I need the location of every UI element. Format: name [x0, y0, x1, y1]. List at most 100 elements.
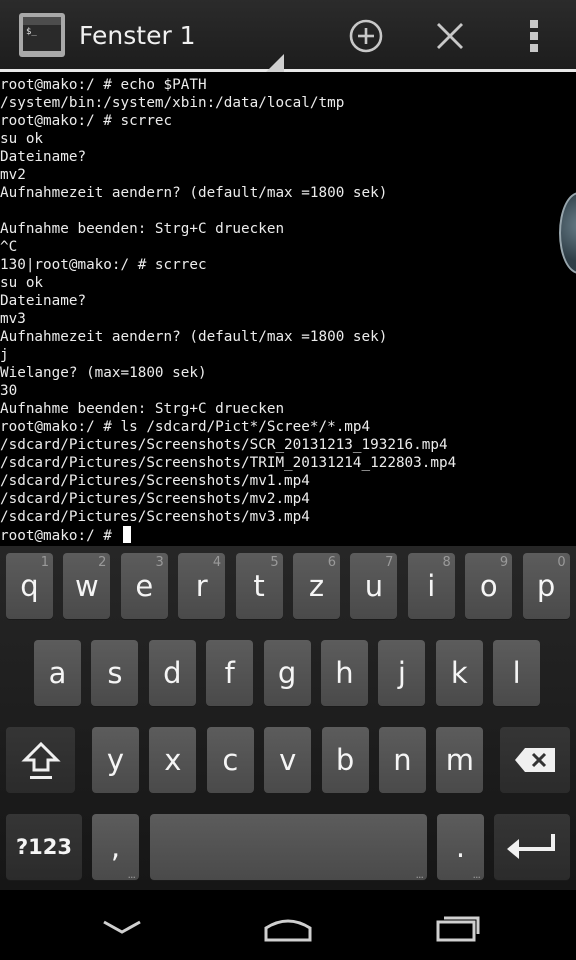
terminal-line: Wielange? (max=1800 sek) — [0, 365, 207, 381]
close-icon[interactable] — [426, 12, 474, 60]
key-label: z — [308, 569, 325, 603]
key-label: d — [163, 656, 182, 690]
terminal-line: mv3 — [0, 311, 26, 327]
key-label: p — [536, 569, 556, 603]
backspace-key[interactable] — [500, 727, 570, 793]
terminal-view[interactable]: root@mako:/ # echo $PATH/system/bin:/sys… — [0, 74, 576, 546]
key-hint: 2 — [98, 555, 107, 570]
home-icon[interactable] — [258, 908, 318, 944]
key-hint: 6 — [327, 555, 336, 570]
key-o[interactable]: o9 — [465, 553, 513, 619]
key-g[interactable]: g — [263, 640, 311, 706]
action-bar: $_ Fenster 1 — [0, 0, 576, 72]
key-j[interactable]: j — [378, 640, 426, 706]
key-d[interactable]: d — [148, 640, 196, 706]
terminal-line: Aufnahmezeit aendern? (default/max =1800… — [0, 329, 388, 345]
recents-icon[interactable] — [428, 908, 488, 944]
key-more-indicator: ... — [127, 868, 136, 881]
key-label: h — [335, 656, 354, 690]
key-label: x — [164, 743, 182, 777]
key-label: n — [393, 743, 412, 777]
key-b[interactable]: b — [321, 727, 369, 793]
key-label: r — [195, 569, 208, 603]
key-label: l — [512, 656, 521, 690]
key-period[interactable]: .... — [437, 814, 484, 881]
terminal-line: Aufnahme beenden: Strg+C druecken — [0, 401, 285, 417]
key-hint: 3 — [155, 555, 164, 570]
key-label: t — [253, 569, 265, 603]
key-q[interactable]: q1 — [6, 553, 53, 619]
key-label: q — [20, 569, 39, 603]
key-h[interactable]: h — [321, 640, 368, 706]
shift-key[interactable] — [6, 727, 75, 793]
key-label: v — [279, 743, 297, 777]
enter-key[interactable] — [494, 814, 570, 880]
terminal-line: mv2 — [0, 167, 26, 183]
text-cursor — [122, 526, 131, 543]
key-w[interactable]: w2 — [63, 553, 111, 619]
key-s[interactable]: s — [91, 640, 139, 706]
terminal-line: /sdcard/Pictures/Screenshots/mv2.mp4 — [0, 491, 310, 507]
back-icon[interactable] — [92, 908, 152, 944]
key-t[interactable]: t5 — [235, 553, 283, 619]
key-label: e — [135, 569, 154, 603]
key-label: s — [107, 656, 123, 690]
terminal-icon[interactable]: $_ — [18, 12, 66, 58]
key-label: u — [364, 569, 384, 603]
key-label: y — [106, 743, 125, 777]
key-a[interactable]: a — [34, 640, 81, 706]
key-label: . — [455, 830, 466, 864]
terminal-line: Dateiname? — [0, 293, 87, 309]
key-hint: 8 — [442, 555, 451, 570]
key-v[interactable]: v — [264, 727, 312, 793]
key-label: ?123 — [15, 835, 73, 859]
terminal-line: /sdcard/Pictures/Screenshots/mv3.mp4 — [0, 509, 310, 525]
svg-text:$_: $_ — [26, 27, 37, 37]
key-label: , — [110, 830, 121, 864]
key-n[interactable]: n — [379, 727, 426, 793]
spinner-triangle-icon — [266, 54, 284, 72]
key-p[interactable]: p0 — [522, 553, 570, 619]
terminal-line: root@mako:/ # scrrec — [0, 113, 173, 129]
terminal-line: root@mako:/ # echo $PATH — [0, 77, 207, 93]
key-label: i — [427, 569, 436, 603]
window-title: Fenster 1 — [79, 21, 196, 50]
key-label: k — [450, 656, 468, 690]
key-label: b — [335, 743, 355, 777]
key-c[interactable]: c — [206, 727, 254, 793]
key-f[interactable]: f — [206, 640, 254, 706]
terminal-line: ^C — [0, 239, 18, 255]
key-label: j — [397, 656, 406, 690]
soft-keyboard: q 1 w 2 e 3 r 4 t 5 z 6 u 7 i 8 o 9 p 0 a s d f g h j k l y x c v b n m ?123… — [0, 546, 576, 890]
screen-recorder-bubble[interactable] — [559, 192, 576, 274]
plus-circle-icon[interactable] — [342, 12, 390, 60]
terminal-line: su ok — [0, 275, 44, 291]
key-m[interactable]: m — [436, 727, 484, 793]
key-more-indicator: ... — [472, 868, 481, 881]
key-z[interactable]: z6 — [293, 553, 340, 619]
key-u[interactable]: u7 — [350, 553, 398, 619]
key-hint: 7 — [385, 555, 394, 570]
key-i[interactable]: i8 — [407, 553, 455, 619]
terminal-prompt-line: root@mako:/ # — [0, 526, 131, 544]
key-hint: 4 — [212, 555, 222, 570]
key-e[interactable]: e3 — [120, 553, 168, 619]
symbols-key[interactable]: ?123 — [6, 814, 82, 880]
key-label: a — [48, 656, 67, 690]
key-comma[interactable]: ,... — [92, 814, 139, 881]
more-vert-icon[interactable] — [510, 12, 558, 60]
space-key[interactable]: ... — [150, 814, 427, 881]
key-k[interactable]: k — [435, 640, 483, 706]
key-label: m — [445, 743, 475, 777]
window-selector[interactable]: Fenster 1 — [74, 10, 284, 72]
terminal-line: 30 — [0, 383, 18, 399]
key-label: o — [479, 569, 498, 603]
key-r[interactable]: r4 — [178, 553, 226, 619]
terminal-prompt: root@mako:/ # — [0, 528, 121, 544]
key-y[interactable]: y — [92, 727, 139, 793]
terminal-line: /sdcard/Pictures/Screenshots/SCR_2013121… — [0, 437, 448, 453]
key-l[interactable]: l — [493, 640, 541, 706]
key-x[interactable]: x — [149, 727, 197, 793]
key-hint: 9 — [499, 555, 509, 570]
terminal-line: /sdcard/Pictures/Screenshots/mv1.mp4 — [0, 473, 310, 489]
